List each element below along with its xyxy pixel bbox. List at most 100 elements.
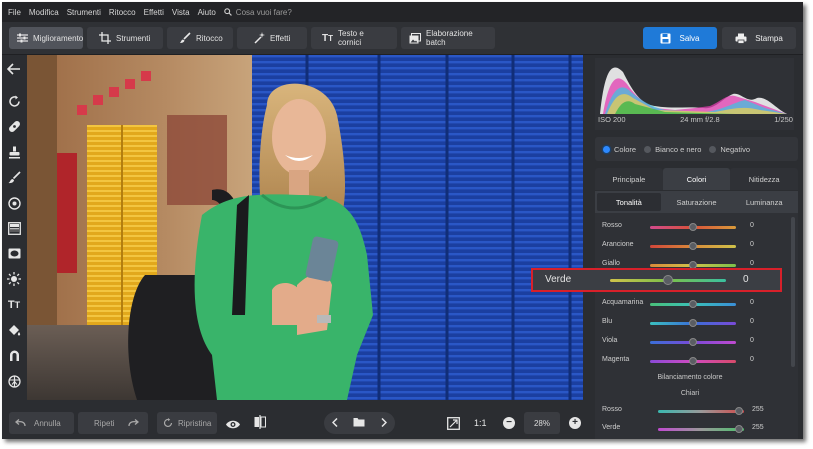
slider-knob[interactable] [689, 300, 697, 308]
printer-icon [735, 33, 747, 44]
tab-effetti[interactable]: Effetti [237, 27, 307, 49]
bottom-bar: Annulla Ripeti Ripristina 1:1 − 28% + [2, 400, 588, 439]
tab-testo-e-cornici[interactable]: TT Testo e cornici [311, 27, 397, 49]
slider-track[interactable] [658, 407, 744, 415]
hue-sliders: Rosso 0 Arancione 0 Giallo 0 Acquamarina… [595, 213, 798, 439]
slider-row-magenta: Magenta 0 [602, 356, 767, 368]
slider-track[interactable] [650, 300, 736, 308]
tab-label: Miglioramento [33, 33, 84, 43]
batch-label: Elaborazione batch [426, 29, 473, 47]
reset-button[interactable]: Ripristina [157, 412, 217, 434]
menu-modifica[interactable]: Modifica [25, 8, 63, 17]
slider-value: 0 [750, 260, 754, 267]
sun-icon[interactable] [6, 271, 22, 287]
subtab-tonalita[interactable]: Tonalità [597, 193, 661, 211]
radio-label-colore[interactable]: Colore [614, 145, 636, 154]
text-icon: TT [322, 32, 333, 44]
crop-icon [99, 32, 111, 44]
radio-label-bianco-e-nero[interactable]: Bianco e nero [655, 145, 701, 154]
subtab-saturazione[interactable]: Saturazione [665, 193, 729, 211]
radio-negativo[interactable] [709, 145, 717, 153]
zoom-in-button[interactable]: + [569, 412, 581, 434]
stamp-icon[interactable] [6, 144, 22, 160]
globe-icon[interactable] [6, 373, 22, 389]
tab-strumenti[interactable]: Strumenti [87, 27, 163, 49]
slider-value: 0 [750, 299, 754, 306]
batch-button[interactable]: Elaborazione batch [401, 27, 495, 49]
tab-nitidezza[interactable]: Nitidezza [730, 168, 799, 190]
slider-track[interactable] [650, 223, 736, 231]
slider-track[interactable] [650, 261, 736, 269]
tab-miglioramento[interactable]: Miglioramento [9, 27, 83, 49]
subtab-luminanza[interactable]: Luminanza [732, 193, 796, 211]
balance-row-rosso: Rosso 255 [602, 406, 767, 418]
folder-icon[interactable] [353, 414, 365, 432]
panel-scrollbar[interactable] [791, 217, 795, 367]
zoom-out-button[interactable]: − [503, 412, 515, 434]
zoom-percent[interactable]: 28% [524, 412, 560, 434]
next-icon[interactable] [381, 414, 388, 432]
slider-track[interactable] [650, 357, 736, 365]
gradient-filter-icon[interactable] [6, 220, 22, 236]
paint-bucket-icon[interactable] [6, 322, 22, 338]
vignette-icon[interactable] [6, 245, 22, 261]
slider-knob[interactable] [735, 407, 743, 415]
slider-knob[interactable] [663, 275, 673, 285]
tab-principale[interactable]: Principale [595, 168, 663, 190]
balance-row-verde: Verde 255 [602, 424, 767, 436]
radio-label-negativo[interactable]: Negativo [720, 145, 750, 154]
slider-value: 0 [750, 337, 754, 344]
slider-knob[interactable] [689, 242, 697, 250]
search-field[interactable]: Cosa vuoi fare? [224, 8, 292, 17]
slider-knob[interactable] [735, 425, 743, 433]
zoom-ratio[interactable]: 1:1 [474, 412, 487, 434]
slider-value: 0 [750, 356, 754, 363]
slider-label: Giallo [602, 260, 620, 267]
slider-knob[interactable] [689, 357, 697, 365]
slider-track[interactable] [610, 275, 726, 285]
menu-vista[interactable]: Vista [168, 8, 194, 17]
menu-strumenti[interactable]: Strumenti [63, 8, 105, 17]
panel-tabs: Principale Colori Nitidezza [595, 168, 799, 190]
tab-colori[interactable]: Colori [662, 168, 731, 190]
redo-button[interactable]: Ripeti [78, 412, 148, 434]
radial-filter-icon[interactable] [6, 195, 22, 211]
save-button[interactable]: Salva [643, 27, 717, 49]
photo-image [27, 55, 583, 400]
magnet-icon[interactable] [6, 347, 22, 363]
undo-button[interactable]: Annulla [9, 412, 74, 434]
menu-ritocco[interactable]: Ritocco [105, 8, 140, 17]
eye-icon[interactable] [225, 417, 241, 435]
slider-track[interactable] [650, 242, 736, 250]
slider-knob[interactable] [689, 338, 697, 346]
bandage-icon[interactable] [6, 118, 22, 134]
floppy-disk-icon [660, 33, 671, 43]
print-button[interactable]: Stampa [722, 27, 796, 49]
slider-knob[interactable] [689, 319, 697, 327]
radio-colore[interactable] [603, 145, 610, 153]
slider-knob[interactable] [689, 223, 697, 231]
tab-ritocco[interactable]: Ritocco [167, 27, 233, 49]
magic-wand-icon [254, 32, 265, 44]
slider-track[interactable] [658, 425, 744, 433]
slider-track[interactable] [650, 319, 736, 327]
photo-canvas[interactable] [27, 55, 583, 400]
previous-icon[interactable] [331, 414, 338, 432]
brush-tool-icon[interactable] [6, 169, 22, 185]
rotate-icon[interactable] [6, 93, 22, 109]
menu-effetti[interactable]: Effetti [140, 8, 168, 17]
radio-bianco-e-nero[interactable] [644, 145, 652, 153]
reset-label: Ripristina [178, 418, 212, 428]
menu-aiuto[interactable]: Aiuto [194, 8, 220, 17]
slider-label: Rosso [602, 222, 622, 229]
back-arrow-icon[interactable] [6, 61, 22, 77]
balance-title: Bilanciamento colore [657, 374, 723, 381]
slider-row-viola: Viola 0 [602, 337, 767, 349]
file-navigation [324, 412, 395, 434]
slider-track[interactable] [650, 338, 736, 346]
compare-icon[interactable] [254, 415, 266, 434]
text-tool-icon[interactable]: TT [6, 297, 22, 313]
fit-screen-icon[interactable] [447, 417, 460, 435]
exif-info: ISO 200 24 mm f/2.8 1/250 [598, 115, 793, 124]
menu-file[interactable]: File [2, 8, 25, 17]
